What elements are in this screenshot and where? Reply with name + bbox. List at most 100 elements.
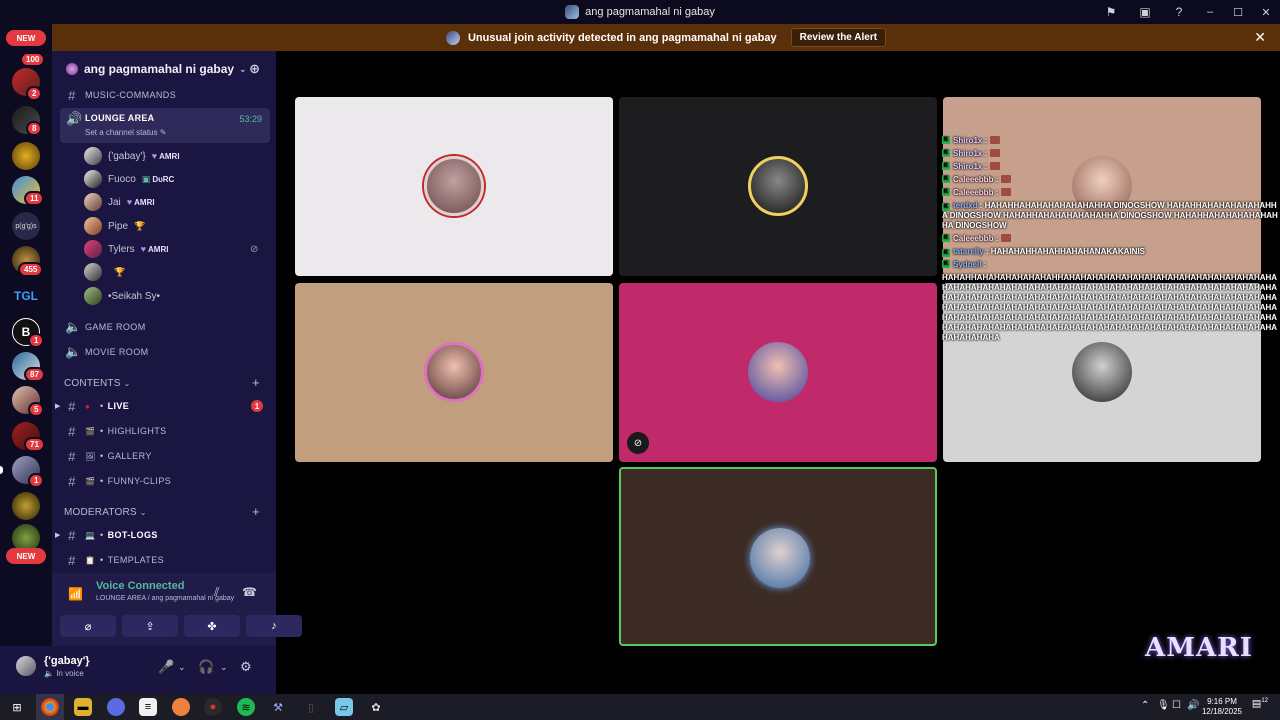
app-icon[interactable]: ⚒ <box>269 698 287 716</box>
noise-suppression-icon[interactable]: ⫽ <box>214 585 219 600</box>
video-tile[interactable] <box>295 97 613 276</box>
heart-icon: ♥ <box>126 197 133 207</box>
signal-icon[interactable]: 📶 <box>68 587 83 601</box>
voice-user[interactable]: Pipe 🏆 <box>84 215 145 237</box>
volume-icon[interactable]: 🔊 <box>1187 700 1199 711</box>
title-bar: ang pagmamahal ni gabay ⚑ ▣ ? – ☐ ✕ <box>0 0 1280 24</box>
screen-share-button[interactable]: ⇪ <box>122 615 178 637</box>
server-header[interactable]: ang pagmamahal ni gabay ⌄ ⊕ <box>52 51 276 87</box>
heart-icon: ♥ <box>140 244 147 254</box>
screen-icon[interactable]: ▣ <box>1128 0 1162 24</box>
notification-icon[interactable]: ▤12 <box>1252 698 1268 709</box>
channel-templates[interactable]: # 📋 • TEMPLATES <box>60 549 270 571</box>
system-clock[interactable]: 9:16 PM 12/18/2025 <box>1202 697 1242 717</box>
badge-icon: K <box>942 162 950 170</box>
video-tile[interactable] <box>295 283 613 462</box>
server-icon[interactable] <box>12 492 40 520</box>
review-alert-button[interactable]: Review the Alert <box>790 28 887 47</box>
chevron-down-icon: ⌄ <box>139 508 147 517</box>
channel-gallery[interactable]: # 🖼 • GALLERY <box>60 445 270 467</box>
help-icon[interactable]: ? <box>1162 0 1196 24</box>
channel-music-commands[interactable]: # MUSIC-COMMANDS <box>60 84 270 106</box>
voice-user-name: Fuoco <box>108 173 136 185</box>
app-icon[interactable] <box>172 698 190 716</box>
voice-user[interactable]: {'gabay'} ♥ AMRI <box>84 145 180 167</box>
chat-line: K Caleeebbb : <box>942 175 1280 185</box>
network-icon[interactable]: ☐ <box>1172 700 1181 711</box>
app-icon[interactable]: ▱ <box>335 698 353 716</box>
invite-people-icon[interactable]: ⊕ <box>249 61 260 77</box>
create-channel-icon[interactable]: + <box>252 504 260 519</box>
close-window-button[interactable]: ✕ <box>1252 0 1280 24</box>
voice-user[interactable]: Fuoco ▣ DυRC <box>84 168 174 190</box>
create-channel-icon[interactable]: + <box>252 375 260 390</box>
voice-user[interactable]: 🏆 <box>84 261 125 283</box>
category-contents[interactable]: CONTENTS ⌄ <box>64 378 131 389</box>
disconnect-icon[interactable]: ☎ <box>242 585 257 599</box>
voice-user[interactable]: Jai ♥ AMRI <box>84 191 155 213</box>
laptop-icon: 💻 <box>85 530 96 540</box>
mention-badge: 8 <box>26 121 43 136</box>
windows-start-icon[interactable]: ⊞ <box>8 698 26 716</box>
channel-live[interactable]: ▶ # ● • LIVE <box>55 395 270 417</box>
set-channel-status-link[interactable]: Set a channel status ✎ <box>85 128 166 137</box>
window-title: ang pagmamahal ni gabay <box>565 5 715 19</box>
headphones-icon[interactable]: 🎧 <box>198 659 214 675</box>
settings-gear-icon[interactable]: ⚙ <box>240 659 252 675</box>
chrome-icon[interactable] <box>41 698 59 716</box>
app-icon[interactable]: ✿ <box>367 698 385 716</box>
new-badge-top[interactable]: NEW <box>6 30 46 46</box>
channel-lounge-area[interactable]: 🔊 LOUNGE AREA 53:29 Set a channel status… <box>60 108 270 143</box>
channel-movie-room[interactable]: 🔈 MOVIE ROOM <box>60 341 270 363</box>
voice-user[interactable]: Tylers ♥ AMRI <box>84 238 168 260</box>
user-name[interactable]: {'gabay'} <box>44 655 90 667</box>
close-alert-icon[interactable]: ✕ <box>1254 29 1266 46</box>
category-moderators[interactable]: MODERATORS ⌄ <box>64 507 147 518</box>
spotify-icon[interactable]: ≋ <box>237 698 255 716</box>
soundboard-button[interactable]: ♪ <box>246 615 302 637</box>
video-tile[interactable]: ⊘ <box>619 283 937 462</box>
voice-user-name: Jai <box>108 196 121 208</box>
chevron-up-icon[interactable]: ⌃ <box>1141 700 1149 711</box>
camera-off-button[interactable]: ⌀ <box>60 615 116 637</box>
chat-line: K Shiro1x : <box>942 149 1280 159</box>
server-icon[interactable]: TGL <box>12 282 40 310</box>
app-icon[interactable]: ▯ <box>302 698 320 716</box>
maximize-button[interactable]: ☐ <box>1224 0 1252 24</box>
avatar[interactable] <box>14 654 38 678</box>
microphone-icon[interactable]: 🎙 <box>1157 700 1170 711</box>
notes-icon[interactable]: ≡ <box>139 698 157 716</box>
activities-button[interactable]: ✤ <box>184 615 240 637</box>
badge-icon: K <box>942 149 950 157</box>
channel-funny-clips[interactable]: # 🎬 • FUNNY-CLIPS <box>60 470 270 492</box>
voice-user-name: Pipe <box>108 220 129 232</box>
channel-highlights[interactable]: # 🎬 • HIGHLIGHTS <box>60 420 270 442</box>
avatar <box>84 217 102 235</box>
chevron-down-icon[interactable]: ⌄ <box>220 662 228 673</box>
server-icon[interactable]: p(g'g)s <box>12 212 40 240</box>
chrome-profile-icon[interactable] <box>107 698 125 716</box>
minimize-button[interactable]: – <box>1196 0 1224 24</box>
speaker-icon: 🔈 <box>65 319 82 334</box>
inbox-flag-icon[interactable]: ⚑ <box>1094 0 1128 24</box>
unread-badge: 1 <box>251 400 263 412</box>
badge-icon: K <box>942 249 950 257</box>
speaker-icon: 🔈 <box>65 344 82 359</box>
file-explorer-icon[interactable]: ▬ <box>74 698 92 716</box>
channel-game-room[interactable]: 🔈 GAME ROOM <box>60 316 270 338</box>
video-tile[interactable] <box>619 97 937 276</box>
voice-user[interactable]: •Seikah Sy• <box>84 285 160 307</box>
channel-bot-logs[interactable]: ▶ # 💻 • BOT-LOGS <box>55 524 270 546</box>
badge-icon: K <box>942 260 950 268</box>
new-badge-bottom[interactable]: NEW <box>6 548 46 564</box>
server-name: ang pagmamahal ni gabay <box>84 62 235 76</box>
microphone-icon[interactable]: 🎤 <box>158 659 174 675</box>
participant-avatar <box>1072 342 1132 402</box>
badge-icon: K <box>942 175 950 183</box>
obs-icon[interactable]: ● <box>204 698 222 716</box>
video-tile-speaking[interactable] <box>619 467 937 646</box>
soundboard-icon: ♪ <box>271 620 277 632</box>
server-icon[interactable] <box>12 142 40 170</box>
hashtag-icon: # <box>68 552 76 568</box>
chevron-down-icon[interactable]: ⌄ <box>178 662 186 673</box>
